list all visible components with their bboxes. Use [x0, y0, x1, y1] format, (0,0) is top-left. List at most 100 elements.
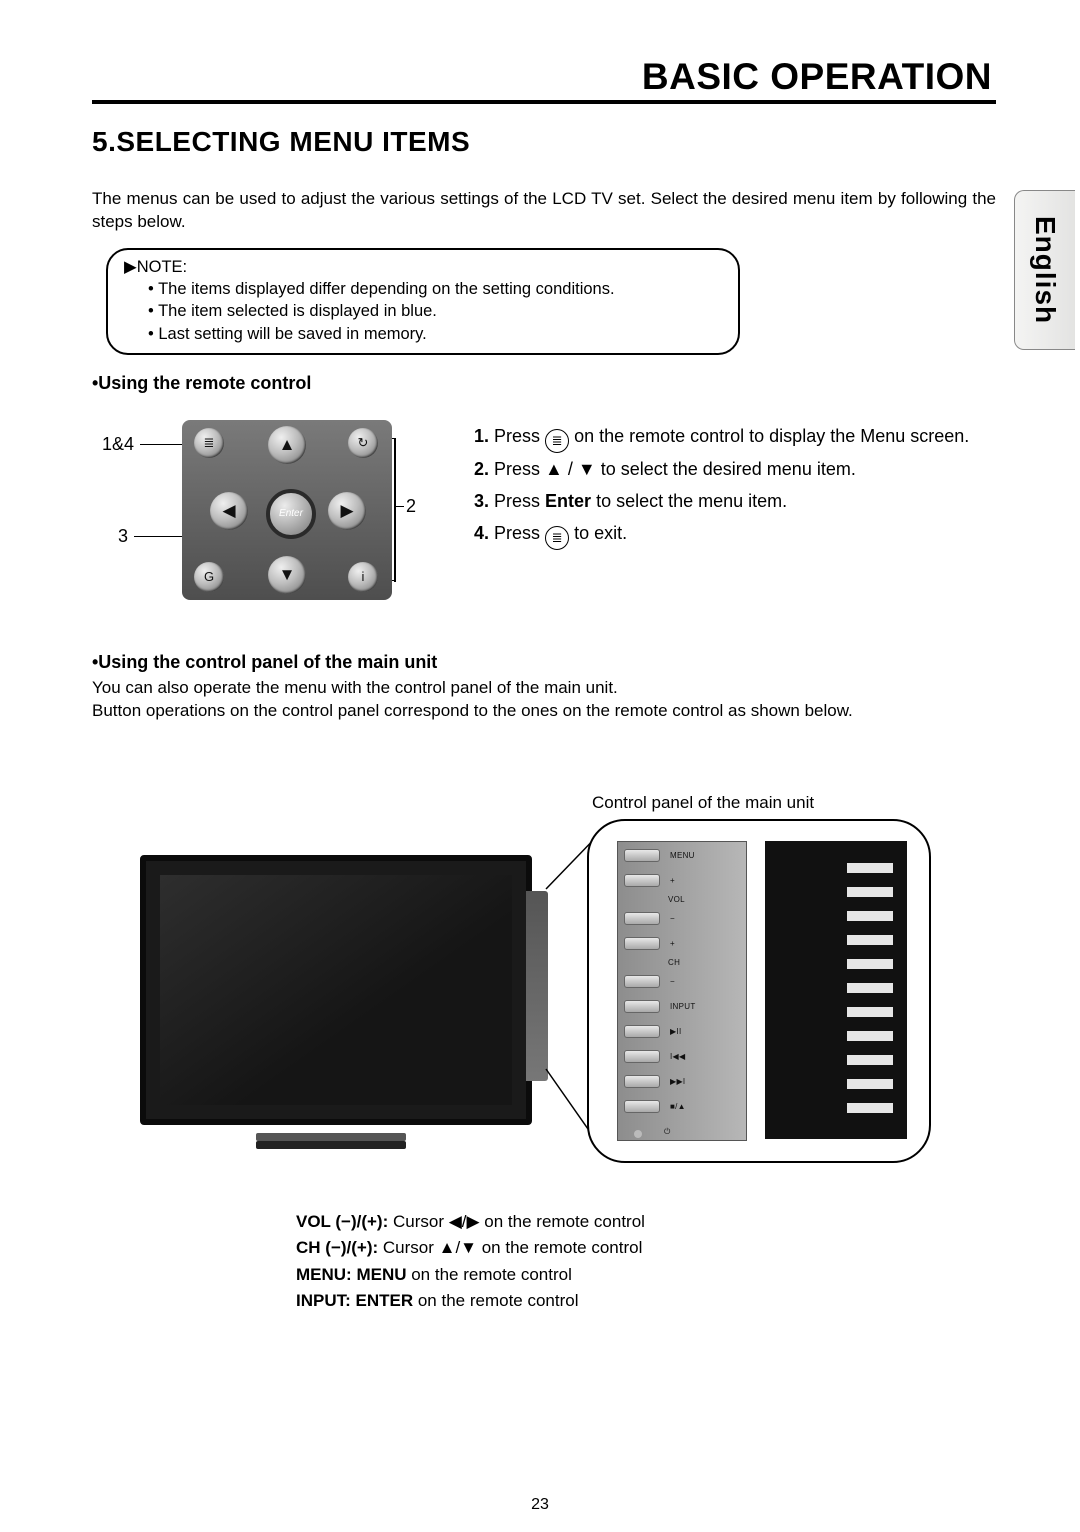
control-panel-caption: Control panel of the main unit — [592, 793, 996, 813]
panel-label: − — [670, 977, 675, 986]
mapping-val: Cursor ◀/▶ on the remote control — [388, 1212, 645, 1231]
step-text: Press — [494, 426, 545, 446]
callout-2: 2 — [406, 496, 416, 517]
mapping-val: on the remote control — [407, 1265, 572, 1284]
panel-label: + — [670, 939, 675, 948]
tv-side-panel — [526, 891, 548, 1081]
manual-page: BASIC OPERATION English 5.SELECTING MENU… — [0, 0, 1080, 1532]
panel-button — [624, 937, 660, 950]
note-item: Last setting will be saved in memory. — [148, 323, 724, 345]
panel-button — [624, 975, 660, 988]
step-text: to select the menu item. — [596, 491, 787, 511]
callout-line — [394, 506, 404, 508]
enter-button: Enter — [266, 489, 316, 539]
right-arrow-icon: ▶ — [328, 492, 366, 530]
step-4: 4. Press ≣ to exit. — [474, 517, 969, 550]
vent-slot — [847, 1103, 893, 1113]
panel-label: I◀◀ — [670, 1052, 685, 1061]
panel-label: INPUT — [670, 1002, 696, 1011]
mapping-line: MENU: MENU on the remote control — [296, 1262, 996, 1288]
step-text: Press — [494, 523, 545, 543]
panel-button — [624, 1000, 660, 1013]
page-number: 23 — [0, 1496, 1080, 1514]
cp-desc-line: You can also operate the menu with the c… — [92, 678, 618, 697]
remote-steps: 1. Press ≣ on the remote control to disp… — [474, 414, 969, 550]
note-item: The item selected is displayed in blue. — [148, 300, 724, 322]
panel-button-strip: MENU + VOL − + CH − INPUT ▶II I◀◀ ▶▶I ■/… — [617, 841, 747, 1141]
panel-button — [624, 1025, 660, 1038]
header-rule — [92, 100, 996, 104]
remote-figure-row: 1&4 3 2 ≣ ▲ ↻ ◀ Enter ▶ G ▼ i 1. — [92, 414, 996, 612]
step-num: 4. — [474, 523, 489, 543]
g-button-icon: G — [194, 562, 224, 592]
vent-slot — [847, 983, 893, 993]
panel-button — [624, 1100, 660, 1113]
vent-slot — [847, 887, 893, 897]
language-tab: English — [1014, 190, 1075, 350]
mapping-line: VOL (−)/(+): Cursor ◀/▶ on the remote co… — [296, 1209, 996, 1235]
panel-button — [624, 849, 660, 862]
mapping-key: MENU: MENU — [296, 1265, 407, 1284]
panel-button — [624, 1075, 660, 1088]
step-2: 2. Press ▲ / ▼ to select the desired men… — [474, 453, 969, 485]
mapping-key: VOL (−)/(+): — [296, 1212, 388, 1231]
vent-slot — [847, 959, 893, 969]
panel-button — [624, 912, 660, 925]
vent-slot — [847, 935, 893, 945]
panel-label: ▶II — [670, 1027, 682, 1036]
enter-word: Enter — [545, 491, 591, 511]
power-led — [634, 1130, 642, 1138]
section-intro: The menus can be used to adjust the vari… — [92, 188, 996, 234]
tv-illustration — [140, 855, 532, 1125]
callout-3: 3 — [118, 526, 128, 547]
mapping-key: INPUT: ENTER — [296, 1291, 413, 1310]
note-box: ▶NOTE: The items displayed differ depend… — [106, 248, 740, 355]
down-arrow-icon: ▼ — [268, 556, 306, 594]
panel-label: − — [670, 914, 675, 923]
step-text: to exit. — [574, 523, 627, 543]
chapter-title: BASIC OPERATION — [92, 56, 996, 98]
vent-slot — [847, 1055, 893, 1065]
panel-label: MENU — [670, 851, 695, 860]
panel-label: ⏻ — [664, 1127, 671, 1137]
step-text: Press — [494, 491, 545, 511]
remote-heading: •Using the remote control — [92, 373, 996, 394]
panel-label: ▶▶I — [670, 1077, 685, 1086]
step-text: on the remote control to display the Men… — [574, 426, 969, 446]
callout-1-4: 1&4 — [102, 434, 134, 455]
panel-label: VOL — [668, 895, 685, 904]
callout-line — [394, 438, 396, 582]
menu-icon: ≣ — [545, 526, 569, 550]
arrow-glyphs: ▲ / ▼ — [545, 459, 596, 479]
control-panel-desc: You can also operate the menu with the c… — [92, 677, 996, 723]
remote-diagram: 1&4 3 2 ≣ ▲ ↻ ◀ Enter ▶ G ▼ i — [92, 414, 424, 612]
vent-slot — [847, 911, 893, 921]
step-text: Press — [494, 459, 545, 479]
step-3: 3. Press Enter to select the menu item. — [474, 485, 969, 517]
panel-black-area — [765, 841, 907, 1139]
vent-slot — [847, 863, 893, 873]
panel-label: CH — [668, 958, 680, 967]
note-label: ▶NOTE: — [124, 256, 724, 278]
step-num: 1. — [474, 426, 489, 446]
mapping-val: Cursor ▲/▼ on the remote control — [378, 1238, 642, 1257]
control-panel-figure: MENU + VOL − + CH − INPUT ▶II I◀◀ ▶▶I ■/… — [92, 819, 996, 1179]
control-panel-zoom: MENU + VOL − + CH − INPUT ▶II I◀◀ ▶▶I ■/… — [587, 819, 931, 1163]
mapping-line: INPUT: ENTER on the remote control — [296, 1288, 996, 1314]
enter-label: Enter — [279, 508, 303, 519]
vent-slot — [847, 1007, 893, 1017]
cp-desc-line: Button operations on the control panel c… — [92, 701, 853, 720]
left-arrow-icon: ◀ — [210, 492, 248, 530]
vent-slot — [847, 1079, 893, 1089]
menu-icon: ≣ — [545, 429, 569, 453]
step-text: to select the desired menu item. — [601, 459, 856, 479]
note-item: The items displayed differ depending on … — [148, 278, 724, 300]
callout-line — [140, 444, 182, 446]
step-num: 3. — [474, 491, 489, 511]
callout-line — [134, 536, 182, 538]
control-panel-heading: •Using the control panel of the main uni… — [92, 652, 996, 673]
panel-button — [624, 1050, 660, 1063]
info-icon: i — [348, 562, 378, 592]
mapping-line: CH (−)/(+): Cursor ▲/▼ on the remote con… — [296, 1235, 996, 1261]
up-arrow-icon: ▲ — [268, 426, 306, 464]
